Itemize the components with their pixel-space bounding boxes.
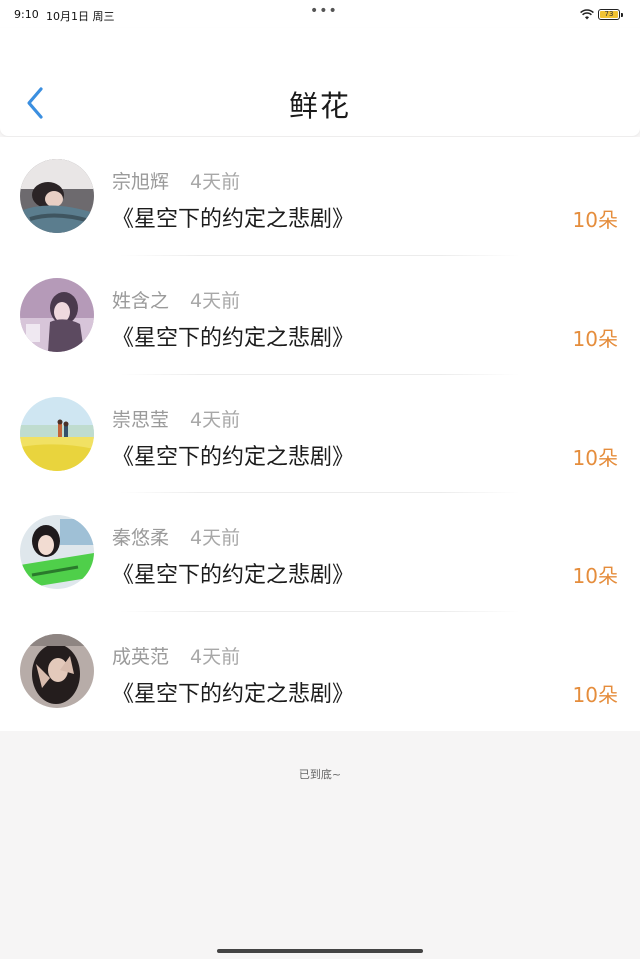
book-title[interactable]: 《星空下的约定之悲剧》 xyxy=(112,557,354,589)
list-item[interactable]: 宗旭辉 4天前 《星空下的约定之悲剧》 10朵 xyxy=(0,137,640,256)
user-name: 姓含之 xyxy=(112,289,170,312)
list-item[interactable]: 崇思莹 4天前 《星空下的约定之悲剧》 10朵 xyxy=(0,375,640,494)
flower-amount: 10朵 xyxy=(572,208,618,232)
flower-amount: 10朵 xyxy=(572,326,618,351)
time-ago: 4天前 xyxy=(190,171,241,193)
time-ago: 4天前 xyxy=(190,646,241,669)
book-title[interactable]: 《星空下的约定之悲剧》 xyxy=(112,676,354,708)
book-title[interactable]: 《星空下的约定之悲剧》 xyxy=(112,201,354,233)
time-ago: 4天前 xyxy=(190,289,241,312)
wifi-icon xyxy=(580,9,594,20)
flower-amount: 10朵 xyxy=(572,445,618,470)
status-time: 9:10 xyxy=(14,8,39,21)
user-name: 成英范 xyxy=(112,646,170,669)
flower-record-list: 宗旭辉 4天前 《星空下的约定之悲剧》 10朵 姓含之 4天前 《星空下的约定之… xyxy=(0,137,640,731)
book-title[interactable]: 《星空下的约定之悲剧》 xyxy=(112,320,354,352)
home-indicator[interactable] xyxy=(217,949,423,953)
end-of-list-text: 已到底~ xyxy=(298,768,342,781)
avatar[interactable] xyxy=(20,396,94,471)
book-title[interactable]: 《星空下的约定之悲剧》 xyxy=(112,439,354,471)
battery-level: 73 xyxy=(600,11,618,18)
avatar[interactable] xyxy=(20,515,94,590)
list-item[interactable]: 成英范 4天前 《星空下的约定之悲剧》 10朵 xyxy=(0,612,640,731)
screen: 9:10 10月1日 周三 ••• 73 鲜花 宗旭辉 4天前 《星空下的约定之… xyxy=(0,0,640,959)
status-bar: 9:10 10月1日 周三 ••• 73 xyxy=(0,0,640,30)
nav-header: 鲜花 xyxy=(0,28,640,136)
user-name: 宗旭辉 xyxy=(112,171,170,193)
time-ago: 4天前 xyxy=(190,408,241,431)
page-title: 鲜花 xyxy=(288,89,351,123)
list-item[interactable]: 秦悠柔 4天前 《星空下的约定之悲剧》 10朵 xyxy=(0,493,640,613)
flower-amount: 10朵 xyxy=(572,683,618,708)
more-dots-icon[interactable]: ••• xyxy=(310,3,338,19)
flower-amount: 10朵 xyxy=(572,564,618,589)
user-name: 秦悠柔 xyxy=(112,527,170,550)
battery-icon: 73 xyxy=(598,9,623,20)
time-ago: 4天前 xyxy=(190,527,241,550)
list-item[interactable]: 姓含之 4天前 《星空下的约定之悲剧》 10朵 xyxy=(0,256,640,375)
avatar[interactable] xyxy=(20,277,94,352)
status-date: 10月1日 周三 xyxy=(46,10,115,23)
avatar[interactable] xyxy=(20,159,94,233)
user-name: 崇思莹 xyxy=(112,408,170,431)
avatar[interactable] xyxy=(20,634,94,709)
